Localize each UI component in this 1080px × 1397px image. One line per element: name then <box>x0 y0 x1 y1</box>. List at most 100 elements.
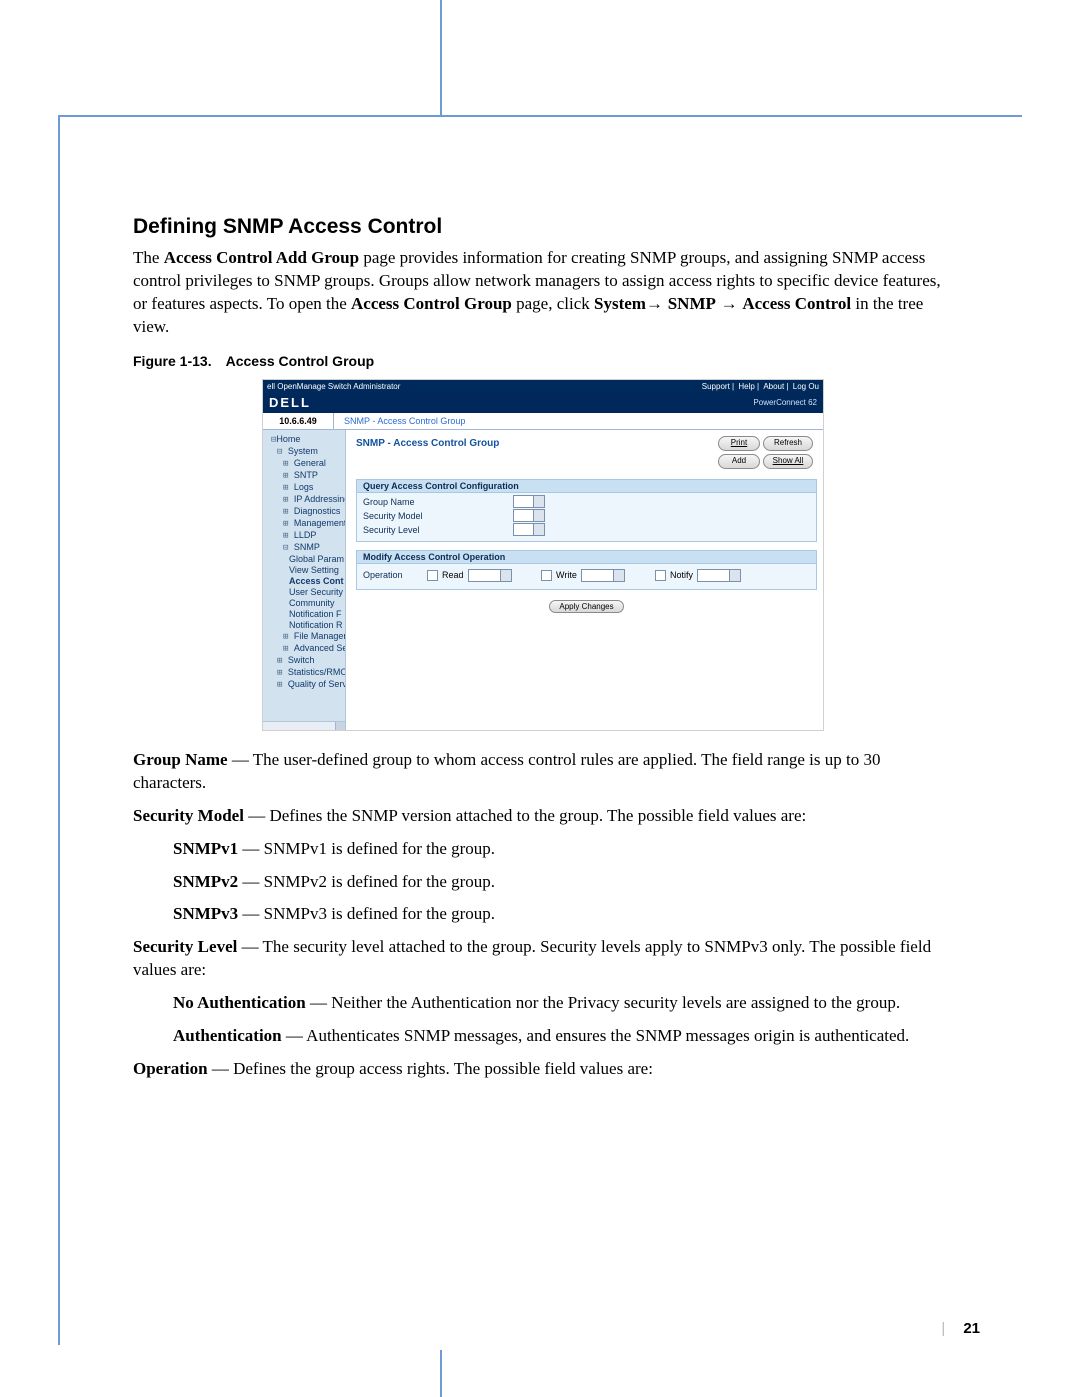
tree-qos[interactable]: Quality of Service <box>288 679 346 689</box>
path-access-control: Access Control <box>742 294 851 313</box>
checkbox-write[interactable] <box>541 570 552 581</box>
show-all-button[interactable]: Show All <box>763 454 813 469</box>
figure-number: Figure 1-13. <box>133 353 212 369</box>
crop-mark-top <box>440 0 442 115</box>
term: SNMPv2 <box>173 872 238 891</box>
link-logout[interactable]: Log Ou <box>793 382 819 391</box>
def-security-level: Security Level — The security level atta… <box>133 936 953 982</box>
row-group-name: Group Name <box>363 495 810 509</box>
tree-switch[interactable]: Switch <box>288 655 315 665</box>
term: No Authentication <box>173 993 306 1012</box>
text: — Defines the group access rights. The p… <box>208 1059 653 1078</box>
tree-community[interactable]: Community <box>289 598 335 608</box>
tree-adv[interactable]: Advanced Settin <box>294 643 346 653</box>
term: Security Level <box>133 937 237 956</box>
path-system: System <box>594 294 646 313</box>
term-access-control-group: Access Control Group <box>351 294 512 313</box>
term: Security Model <box>133 806 244 825</box>
tree-scrollbar[interactable] <box>263 721 345 731</box>
tree-view[interactable]: View Setting <box>289 565 339 575</box>
def-security-model: Security Model — Defines the SNMP versio… <box>133 805 953 828</box>
action-buttons: Print Refresh Add Show All <box>718 436 813 469</box>
select-read[interactable] <box>468 569 512 582</box>
op-write: Write <box>556 570 577 580</box>
text: — The user-defined group to whom access … <box>133 750 880 792</box>
tree-home[interactable]: Home <box>276 434 300 444</box>
window-links: Support | Help | About | Log Ou <box>700 380 819 393</box>
page-frame-top <box>58 115 1022 117</box>
breadcrumb: SNMP - Access Control Group <box>334 413 465 429</box>
modify-panel: Operation Read Write Notify <box>356 564 817 590</box>
select-security-model[interactable] <box>513 509 545 522</box>
checkbox-read[interactable] <box>427 570 438 581</box>
tree-access-cont[interactable]: Access Cont <box>289 576 344 586</box>
arrow: → <box>716 294 742 313</box>
refresh-button[interactable]: Refresh <box>763 436 813 451</box>
link-about[interactable]: About <box>763 382 784 391</box>
address-crumb-row: 10.6.6.49 SNMP - Access Control Group <box>263 413 823 430</box>
row-security-level: Security Level <box>363 523 810 537</box>
term: Authentication <box>173 1026 282 1045</box>
query-panel: Group Name Security Model Security Level <box>356 493 817 542</box>
scroll-right-icon[interactable] <box>335 722 345 731</box>
term: SNMPv1 <box>173 839 238 858</box>
tree-snmp[interactable]: SNMP <box>294 542 320 552</box>
nav-tree[interactable]: ⊟Home ⊟ System ⊞ General ⊞ SNTP ⊞ Logs ⊞… <box>263 430 346 731</box>
row-security-model: Security Model <box>363 509 810 523</box>
text: — Defines the SNMP version attached to t… <box>244 806 806 825</box>
checkbox-notify[interactable] <box>655 570 666 581</box>
tree-ip[interactable]: IP Addressing <box>294 494 346 504</box>
tree-mgmt[interactable]: Management Se <box>294 518 346 528</box>
def-auth: Authentication — Authenticates SNMP mess… <box>173 1025 953 1048</box>
tree-notif-f[interactable]: Notification F <box>289 609 342 619</box>
main-panel: SNMP - Access Control Group Print Refres… <box>346 430 823 731</box>
link-help[interactable]: Help <box>738 382 754 391</box>
link-support[interactable]: Support <box>702 382 730 391</box>
tree-sntp[interactable]: SNTP <box>294 470 318 480</box>
tree-notif-r[interactable]: Notification R <box>289 620 343 630</box>
row-operation: Operation Read Write Notify <box>363 566 810 585</box>
text: — SNMPv3 is defined for the group. <box>238 904 495 923</box>
tree-general[interactable]: General <box>294 458 326 468</box>
term-access-control-add-group: Access Control Add Group <box>164 248 359 267</box>
def-no-auth: No Authentication — Neither the Authenti… <box>173 992 953 1015</box>
text: — The security level attached to the gro… <box>133 937 931 979</box>
tree-diag[interactable]: Diagnostics <box>294 506 341 516</box>
brand-bar: DELL PowerConnect 62 <box>263 393 823 413</box>
label-security-level: Security Level <box>363 525 513 535</box>
tree-lldp[interactable]: LLDP <box>294 530 317 540</box>
select-group-name[interactable] <box>513 495 545 508</box>
select-write[interactable] <box>581 569 625 582</box>
tree-global[interactable]: Global Param <box>289 554 344 564</box>
page-frame-left <box>58 115 60 1345</box>
select-security-level[interactable] <box>513 523 545 536</box>
tree-stats[interactable]: Statistics/RMON <box>288 667 346 677</box>
section-heading: Defining SNMP Access Control <box>133 215 953 239</box>
apply-changes-button[interactable]: Apply Changes <box>549 600 623 613</box>
def-group-name: Group Name — The user-defined group to w… <box>133 749 953 795</box>
add-button[interactable]: Add <box>718 454 760 469</box>
figure-caption: Figure 1-13. Access Control Group <box>133 353 953 369</box>
label-operation: Operation <box>363 570 413 580</box>
tree-system[interactable]: System <box>288 446 318 456</box>
tree-usersec[interactable]: User Security <box>289 587 343 597</box>
crop-mark-bottom <box>440 1350 442 1397</box>
product-label: PowerConnect 62 <box>753 398 817 407</box>
section-query-header: Query Access Control Configuration <box>356 479 817 493</box>
figure-title: Access Control Group <box>226 353 375 369</box>
print-button[interactable]: Print <box>718 436 760 451</box>
tree-logs[interactable]: Logs <box>294 482 314 492</box>
arrow: → <box>646 294 668 313</box>
page-number: |21 <box>941 1320 980 1337</box>
op-notify: Notify <box>670 570 693 580</box>
content-area: Defining SNMP Access Control The Access … <box>133 215 953 1091</box>
term: SNMPv3 <box>173 904 238 923</box>
text: The <box>133 248 164 267</box>
select-notify[interactable] <box>697 569 741 582</box>
document-page: Defining SNMP Access Control The Access … <box>0 0 1080 1397</box>
dell-logo: DELL <box>269 395 311 410</box>
page-number-value: 21 <box>963 1320 980 1337</box>
tree-filemgr[interactable]: File Managemen <box>294 631 346 641</box>
device-ip: 10.6.6.49 <box>263 413 334 429</box>
text: — Neither the Authentication nor the Pri… <box>306 993 900 1012</box>
